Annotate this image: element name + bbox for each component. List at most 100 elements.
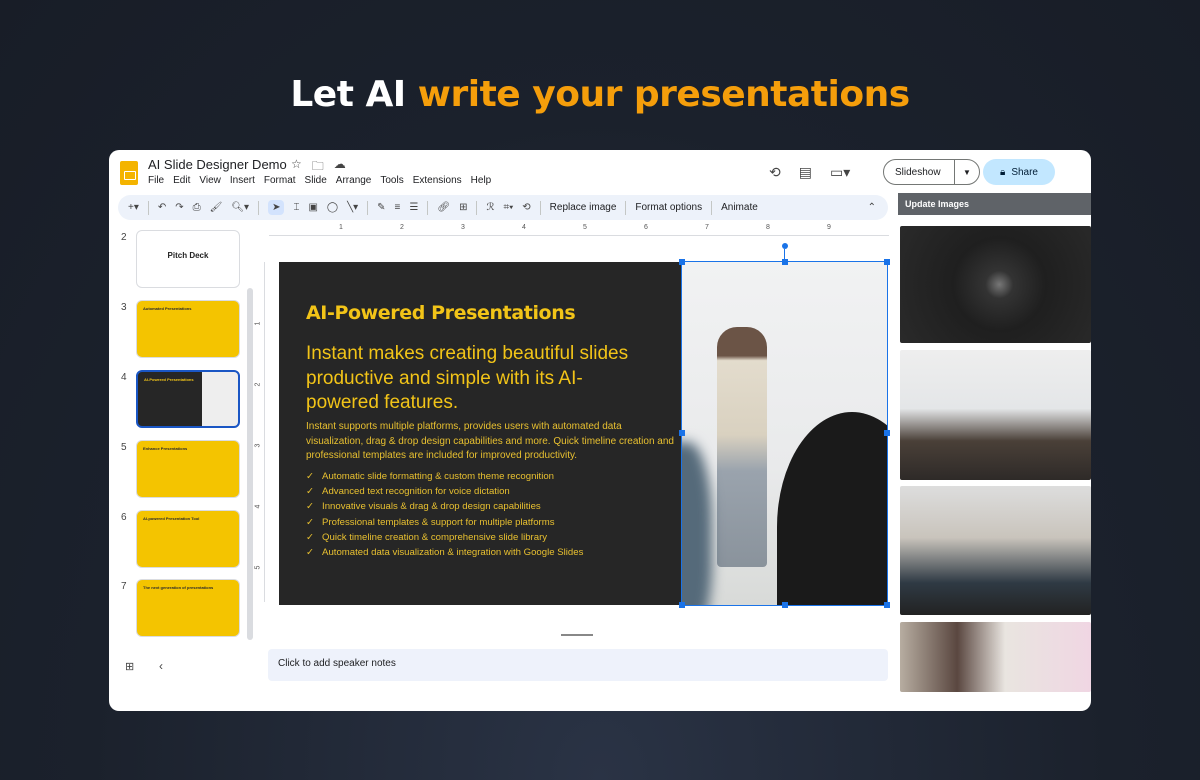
menu-bar: File Edit View Insert Format Slide Arrange Tool… (148, 175, 491, 186)
menu-arrange[interactable]: Arrange (336, 175, 372, 186)
slide-thumbnail[interactable]: The next generation of presentations (136, 579, 240, 637)
side-panel-title: Update Images (898, 193, 1091, 215)
share-label: Share (1011, 166, 1038, 178)
border-weight-icon[interactable]: ≡ (395, 202, 401, 213)
slide-thumbnail[interactable]: Enhance Presentations (136, 440, 240, 498)
select-icon[interactable]: ➤ (268, 200, 285, 215)
paint-format-icon[interactable]: 🖌︎ (210, 202, 223, 213)
ruler-tick-label: 5 (583, 224, 587, 231)
ruler-tick-label: 9 (827, 224, 831, 231)
replace-image-button[interactable]: Replace image (550, 202, 617, 213)
slide-bullets[interactable]: Automatic slide formatting & custom them… (306, 469, 583, 560)
audience-blur (682, 442, 712, 605)
ruler-tick-label: 1 (254, 321, 262, 326)
menu-edit[interactable]: Edit (173, 175, 190, 186)
zoom-icon[interactable]: 🔍︎▾ (231, 202, 249, 213)
meet-icon[interactable]: ▭▾ (830, 164, 850, 181)
new-slide-icon[interactable]: +▾ (128, 202, 139, 213)
slideshow-button[interactable]: Slideshow ▼ (883, 159, 980, 185)
line-icon[interactable]: ╲▾ (347, 202, 358, 213)
link-icon[interactable]: 🔗︎ (437, 202, 450, 213)
comment-add-icon[interactable]: ⊞ (459, 202, 467, 213)
vertical-ruler[interactable]: 1 2 3 4 5 (254, 262, 265, 602)
slide-thumbnail[interactable]: AI-powered Presentation Tool (136, 510, 240, 568)
slide-body[interactable]: Instant supports multiple platforms, pro… (306, 420, 676, 464)
menu-slide[interactable]: Slide (305, 175, 327, 186)
text-effects-icon[interactable]: ℛ (486, 202, 494, 213)
undo-icon[interactable]: ↶ (158, 202, 166, 213)
menu-view[interactable]: View (199, 175, 221, 186)
border-dash-icon[interactable]: ☰ (409, 202, 418, 213)
slides-app-window: AI Slide Designer Demo ☆ 🗀 ☁ File Edit View I… (109, 150, 1091, 711)
ruler-tick-label: 6 (644, 224, 648, 231)
menu-tools[interactable]: Tools (380, 175, 403, 186)
slide-thumbnail[interactable]: AI-Powered Presentations (136, 370, 240, 428)
horizontal-ruler[interactable]: 1 2 3 4 5 6 7 8 9 (269, 224, 889, 236)
ruler-tick-label: 1 (339, 224, 343, 231)
menu-help[interactable]: Help (471, 175, 492, 186)
ruler-tick-label: 7 (705, 224, 709, 231)
animate-button[interactable]: Animate (721, 202, 758, 213)
ruler-tick-label: 4 (522, 224, 526, 231)
menu-file[interactable]: File (148, 175, 164, 186)
notes-resize-handle[interactable] (561, 634, 593, 636)
image-option-lightbulb[interactable] (900, 226, 1091, 343)
slides-logo-icon[interactable] (120, 161, 138, 185)
format-options-button[interactable]: Format options (635, 202, 702, 213)
ruler-tick-label: 5 (254, 565, 262, 570)
history-icon[interactable]: ⟲ (769, 164, 781, 181)
print-icon[interactable]: ⎙ (193, 202, 201, 213)
slide-image-presenter[interactable] (681, 261, 888, 606)
image-option-whiteboard[interactable] (900, 622, 1091, 692)
slide-subheading[interactable]: Instant makes creating beautiful slides … (306, 342, 646, 416)
thumbnail-scrollbar[interactable] (247, 288, 253, 640)
lock-icon: 🔒︎ (999, 166, 1006, 178)
thumbnail-title: The next generation of presentations (143, 585, 214, 590)
slideshow-label: Slideshow (895, 166, 941, 178)
rotate-handle[interactable] (782, 243, 788, 249)
ruler-tick-label: 2 (400, 224, 404, 231)
ruler-tick-label: 2 (254, 382, 262, 387)
audience-head (777, 412, 887, 605)
image-option-presenter[interactable] (900, 350, 1091, 480)
slide-canvas[interactable]: AI-Powered Presentations Instant makes c… (279, 243, 890, 608)
share-button[interactable]: 🔒︎ Share (983, 159, 1055, 185)
slide-thumbnail[interactable]: Pitch Deck (136, 230, 240, 288)
image-option-gallery-talk[interactable] (900, 486, 1091, 615)
collapse-toolbar-icon[interactable]: ⌃ (868, 202, 876, 213)
slide-bullet: Innovative visuals & drag & drop design … (306, 499, 583, 514)
header-tools: ⟲ ▤ ▭▾ (769, 164, 850, 181)
slide-heading[interactable]: AI-Powered Presentations (306, 302, 576, 324)
image-icon[interactable]: ▣ (308, 202, 317, 213)
thumbnail-title: AI-powered Presentation Tool (143, 516, 200, 521)
redo-icon[interactable]: ↷ (175, 202, 183, 213)
text-box-icon[interactable]: ⌶ (293, 202, 299, 213)
reset-image-icon[interactable]: ⟲ (522, 202, 530, 213)
hero-prefix: Let AI (290, 74, 406, 115)
crop-icon[interactable]: ⌗▾ (503, 202, 513, 213)
slide-bullet: Automated data visualization & integrati… (306, 545, 583, 560)
speaker-notes[interactable]: Click to add speaker notes (268, 649, 888, 681)
document-title[interactable]: AI Slide Designer Demo (148, 157, 287, 172)
menu-extensions[interactable]: Extensions (413, 175, 462, 186)
slide-thumbnail[interactable]: Automated Presentations (136, 300, 240, 358)
thumbnail-title: Pitch Deck (167, 251, 209, 260)
thumbnail-number: 4 (121, 372, 127, 383)
thumbnail-title: Enhance Presentations (143, 446, 188, 451)
slide-bullet: Advanced text recognition for voice dict… (306, 484, 583, 499)
thumbnail-title: AI-Powered Presentations (144, 377, 194, 382)
ruler-tick-label: 3 (461, 224, 465, 231)
slide-bullet: Quick timeline creation & comprehensive … (306, 530, 583, 545)
pen-icon[interactable]: ✎ (377, 202, 385, 213)
grid-view-icon[interactable]: ⊞ (125, 660, 134, 673)
toolbar: +▾ ↶ ↷ ⎙ 🖌︎ 🔍︎▾ ➤ ⌶ ▣ ◯ ╲▾ ✎ ≡ ☰ 🔗︎ ⊞ ℛ ⌗▾ ⟲ Replace … (118, 195, 888, 220)
slide-bullet: Professional templates & support for mul… (306, 515, 583, 530)
comments-icon[interactable]: ▤ (799, 164, 812, 181)
menu-format[interactable]: Format (264, 175, 296, 186)
thumbnail-number: 2 (121, 232, 127, 243)
shape-icon[interactable]: ◯ (327, 202, 338, 213)
collapse-panel-icon[interactable]: ‹ (159, 659, 163, 673)
menu-insert[interactable]: Insert (230, 175, 255, 186)
chevron-down-icon[interactable]: ▼ (954, 160, 979, 184)
thumbnail-number: 7 (121, 581, 127, 592)
